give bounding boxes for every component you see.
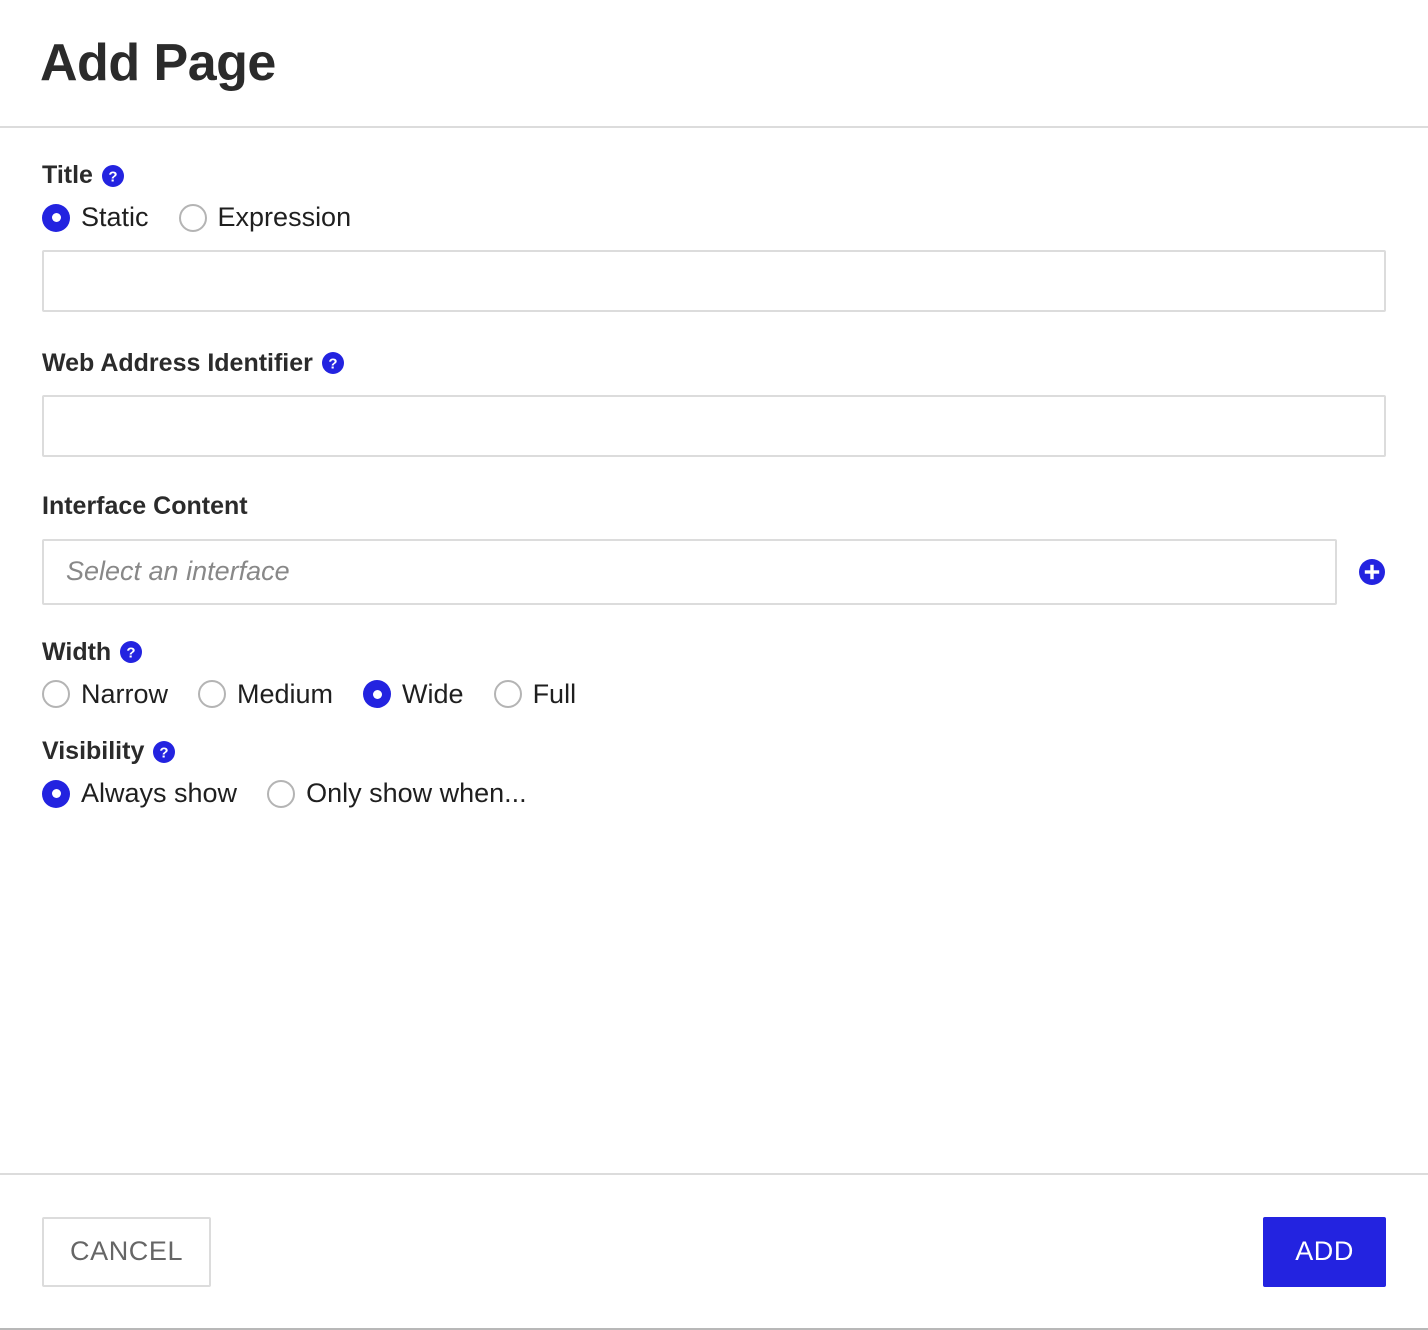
radio-indicator[interactable]: [267, 779, 296, 808]
dialog-footer: CANCEL ADD: [0, 1173, 1428, 1328]
visibility-radio-group: Always show Only show when...: [42, 778, 1386, 808]
radio-title-static[interactable]: Static: [42, 202, 149, 232]
radio-indicator[interactable]: [42, 680, 70, 708]
field-web-address-identifier: Web Address Identifier ?: [42, 348, 1386, 457]
radio-label: Wide: [402, 678, 464, 709]
radio-width-wide[interactable]: Wide: [363, 680, 464, 708]
radio-label: Full: [532, 678, 577, 709]
radio-label: Expression: [217, 202, 352, 232]
width-label-row: Width ?: [42, 637, 1386, 667]
title-label: Title: [42, 161, 93, 189]
title-input[interactable]: [42, 249, 1386, 312]
radio-indicator[interactable]: [198, 680, 227, 708]
svg-text:?: ?: [160, 744, 169, 761]
field-width: Width ? Narrow Medium Wide Full: [42, 637, 1386, 708]
svg-text:?: ?: [108, 168, 117, 185]
add-button[interactable]: ADD: [1263, 1216, 1386, 1287]
interface-content-label-row: Interface Content: [42, 492, 1386, 521]
help-circle-icon[interactable]: ?: [101, 164, 124, 187]
svg-text:?: ?: [328, 356, 337, 373]
radio-indicator-selected[interactable]: [363, 680, 392, 708]
radio-width-narrow[interactable]: Narrow: [42, 680, 168, 708]
interface-content-row: [42, 538, 1386, 605]
radio-indicator[interactable]: [178, 203, 207, 232]
field-visibility: Visibility ? Always show Only show when.…: [42, 737, 1386, 808]
help-circle-icon[interactable]: ?: [321, 352, 344, 375]
radio-label: Narrow: [81, 678, 169, 709]
width-label: Width: [42, 637, 112, 666]
radio-width-medium[interactable]: Medium: [198, 680, 333, 708]
web-address-identifier-label: Web Address Identifier: [42, 348, 313, 377]
field-interface-content: Interface Content: [42, 492, 1386, 605]
cancel-button[interactable]: CANCEL: [42, 1216, 212, 1287]
width-radio-group: Narrow Medium Wide Full: [42, 680, 1386, 708]
add-page-dialog: Add Page Title ? Static Expression Web A…: [0, 0, 1428, 1330]
dialog-header: Add Page: [0, 0, 1428, 128]
radio-title-expression[interactable]: Expression: [178, 202, 352, 232]
radio-indicator-selected[interactable]: [42, 779, 70, 808]
interface-content-input[interactable]: [42, 538, 1337, 605]
web-address-identifier-input[interactable]: [42, 395, 1386, 457]
page-title: Add Page: [40, 34, 276, 92]
radio-label: Only show when...: [306, 778, 527, 808]
radio-indicator-selected[interactable]: [42, 203, 70, 232]
web-address-identifier-label-row: Web Address Identifier ?: [42, 348, 1386, 378]
visibility-label: Visibility: [42, 737, 145, 765]
radio-width-full[interactable]: Full: [493, 678, 577, 709]
title-label-row: Title ?: [42, 161, 1386, 190]
add-circle-icon[interactable]: [1359, 558, 1385, 585]
dialog-body: Title ? Static Expression Web Address Id…: [0, 128, 1428, 1173]
help-circle-icon[interactable]: ?: [120, 641, 143, 664]
interface-content-label: Interface Content: [42, 492, 248, 520]
visibility-label-row: Visibility ?: [42, 737, 1386, 766]
field-title: Title ? Static Expression: [42, 161, 1386, 312]
radio-label: Medium: [237, 678, 334, 709]
radio-label: Always show: [81, 778, 238, 808]
help-circle-icon[interactable]: ?: [153, 740, 176, 763]
radio-visibility-always-show[interactable]: Always show: [42, 778, 238, 808]
radio-indicator[interactable]: [493, 680, 522, 708]
radio-label: Static: [81, 202, 149, 232]
radio-visibility-conditional[interactable]: Only show when...: [267, 778, 527, 808]
svg-text:?: ?: [127, 645, 136, 662]
title-mode-radio-group: Static Expression: [42, 202, 1386, 232]
